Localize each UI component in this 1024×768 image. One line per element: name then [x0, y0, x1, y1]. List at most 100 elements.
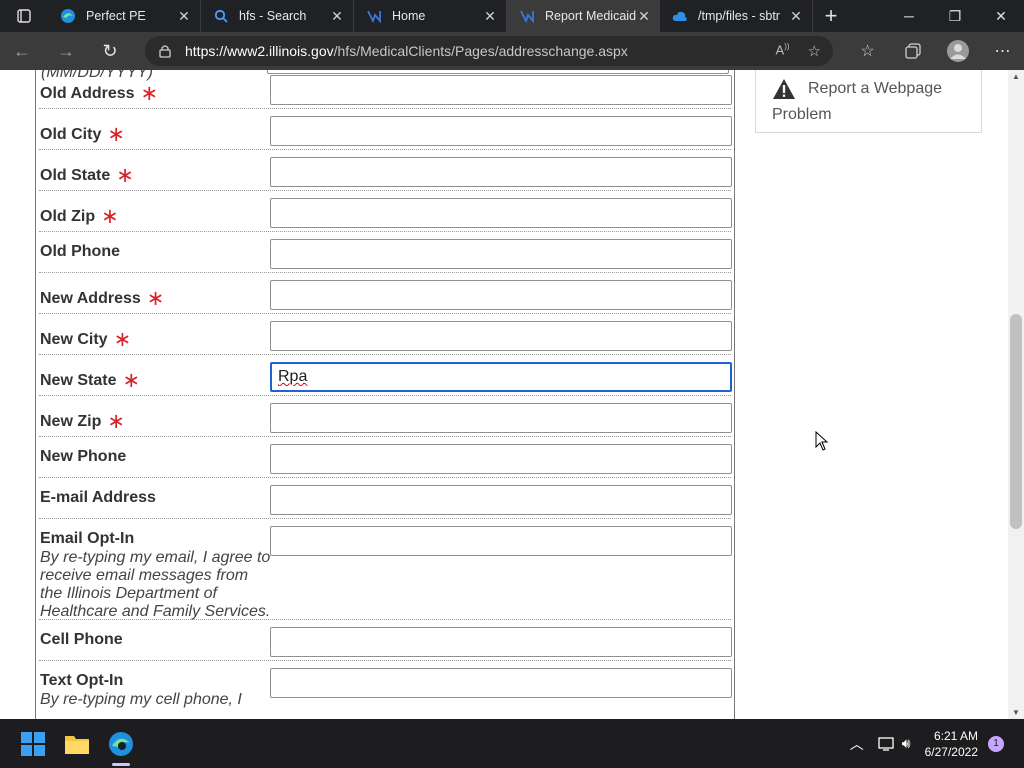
- clock-time: 6:21 AM: [933, 728, 978, 743]
- field-label: New Phone: [40, 448, 126, 466]
- field-label-text: E-mail Address: [40, 489, 156, 506]
- required-asterisk-icon: ∗: [107, 410, 125, 433]
- search-icon: [213, 8, 229, 24]
- old-state-input[interactable]: [270, 157, 732, 187]
- field-label-text: Cell Phone: [40, 631, 123, 648]
- tab-actions-icon: [17, 9, 31, 23]
- tab-actions-button[interactable]: [0, 0, 48, 32]
- back-button[interactable]: ←: [0, 32, 44, 70]
- field-label-text: Old City: [40, 126, 102, 143]
- scroll-up-icon[interactable]: ▲: [1012, 72, 1020, 81]
- show-hidden-icons-chevron-icon[interactable]: ︿: [850, 734, 864, 754]
- cell-phone-input[interactable]: [270, 627, 732, 657]
- required-asterisk-icon: ∗: [140, 82, 159, 105]
- tab-report-medicaid[interactable]: Report Medicaid ✕: [507, 0, 660, 32]
- e-mail-address-input[interactable]: [270, 485, 732, 515]
- add-favorite-icon[interactable]: ☆: [808, 42, 821, 60]
- field-label-text: Old Address: [40, 85, 135, 102]
- scrollbar-thumb[interactable]: [1010, 314, 1022, 529]
- system-tray: ︿ 🔊︎ 6:21 AM 6/27/2022 1: [850, 719, 1024, 768]
- tab-title: Home: [392, 9, 426, 23]
- window-controls: ─ ❐ ✕: [886, 0, 1024, 32]
- address-bar[interactable]: https://www2.illinois.gov/hfs/MedicalCli…: [145, 36, 833, 66]
- volume-icon[interactable]: 🔊︎: [902, 735, 911, 752]
- url-text: https://www2.illinois.gov/hfs/MedicalCli…: [185, 43, 628, 59]
- field-label: New Address ∗: [40, 284, 164, 310]
- close-tab-icon[interactable]: ✕: [636, 8, 652, 24]
- windows-logo-icon: [21, 732, 45, 756]
- field-label: E-mail Address: [40, 489, 156, 507]
- clock[interactable]: 6:21 AM 6/27/2022: [925, 728, 978, 760]
- forward-button[interactable]: →: [44, 32, 88, 70]
- tab-title: Perfect PE: [86, 9, 146, 23]
- tab-tmp-files[interactable]: /tmp/files - sbtr ✕: [660, 0, 813, 32]
- file-explorer-button[interactable]: [62, 729, 92, 759]
- new-state-input[interactable]: [270, 362, 732, 392]
- old-phone-input[interactable]: [270, 239, 732, 269]
- old-address-input[interactable]: [270, 75, 732, 105]
- close-tab-icon[interactable]: ✕: [482, 8, 498, 24]
- folder-icon: [65, 736, 89, 754]
- profile-button[interactable]: [935, 40, 980, 62]
- collections-button[interactable]: [890, 43, 935, 59]
- edge-taskbar-button[interactable]: [106, 729, 136, 759]
- email-opt-in-input[interactable]: [270, 526, 732, 556]
- field-label: Text Opt-In: [40, 672, 123, 690]
- url-path: /hfs/MedicalClients/Pages/addresschange.…: [333, 43, 628, 59]
- field-label: Email Opt-In: [40, 530, 134, 548]
- toolbar-right: ☆ ⋯: [845, 32, 1024, 70]
- notification-badge[interactable]: 1: [988, 735, 1004, 752]
- start-button[interactable]: [18, 729, 48, 759]
- field-label: Old State ∗: [40, 161, 134, 187]
- new-tab-button[interactable]: +: [813, 0, 849, 32]
- refresh-icon: ↻: [102, 40, 118, 61]
- field-label: Old Phone: [40, 243, 120, 261]
- page-scrollbar[interactable]: ▲ ▼: [1008, 70, 1024, 719]
- restore-icon: ❐: [948, 7, 962, 24]
- network-icon[interactable]: [878, 736, 896, 751]
- restore-button[interactable]: ❐: [932, 0, 978, 32]
- read-aloud-icon[interactable]: A)): [776, 42, 790, 60]
- field-label: Old Zip ∗: [40, 202, 119, 228]
- tab-home[interactable]: Home ✕: [354, 0, 507, 32]
- new-city-input[interactable]: [270, 321, 732, 351]
- form-row: Text Opt-In By re-typing my cell phone, I: [39, 661, 732, 719]
- collections-icon: [904, 43, 921, 59]
- close-window-button[interactable]: ✕: [978, 0, 1024, 32]
- minimize-button[interactable]: ─: [886, 0, 932, 32]
- tab-perfect-pe[interactable]: Perfect PE ✕: [48, 0, 201, 32]
- tab-title: Report Medicaid: [545, 9, 636, 23]
- old-city-input[interactable]: [270, 116, 732, 146]
- close-tab-icon[interactable]: ✕: [788, 8, 804, 24]
- mouse-cursor-icon: [815, 431, 829, 451]
- new-address-input[interactable]: [270, 280, 732, 310]
- report-problem-box[interactable]: Report a Webpage Problem: [755, 70, 982, 133]
- new-zip-input[interactable]: [270, 403, 732, 433]
- form-row: New State ∗: [39, 355, 732, 396]
- refresh-button[interactable]: ↻: [88, 32, 132, 70]
- tab-title: hfs - Search: [239, 9, 307, 23]
- tab-hfs-search[interactable]: hfs - Search ✕: [201, 0, 354, 32]
- close-tab-icon[interactable]: ✕: [176, 8, 192, 24]
- cloud-icon: [672, 8, 688, 24]
- field-label: Old Address ∗: [40, 79, 159, 105]
- required-asterisk-icon: ∗: [122, 369, 141, 392]
- form-row: Old Address ∗: [39, 70, 732, 109]
- settings-menu-button[interactable]: ⋯: [980, 41, 1024, 61]
- new-phone-input[interactable]: [270, 444, 732, 474]
- text-opt-in-input[interactable]: [270, 668, 732, 698]
- form-row: New City ∗: [39, 314, 732, 355]
- field-label: New Zip ∗: [40, 407, 125, 433]
- form-row: E-mail Address: [39, 478, 732, 519]
- field-label: New City ∗: [40, 325, 131, 351]
- form-row: Old Zip ∗: [39, 191, 732, 232]
- favorites-button[interactable]: ☆: [845, 41, 890, 61]
- close-tab-icon[interactable]: ✕: [329, 8, 345, 24]
- scroll-down-icon[interactable]: ▼: [1012, 708, 1020, 717]
- field-label-text: New City: [40, 331, 108, 348]
- report-problem-link[interactable]: Report a Webpage Problem: [772, 76, 977, 128]
- close-icon: ✕: [995, 7, 1007, 24]
- field-label-text: Old State: [40, 167, 111, 184]
- old-zip-input[interactable]: [270, 198, 732, 228]
- field-label-text: New Phone: [40, 448, 127, 465]
